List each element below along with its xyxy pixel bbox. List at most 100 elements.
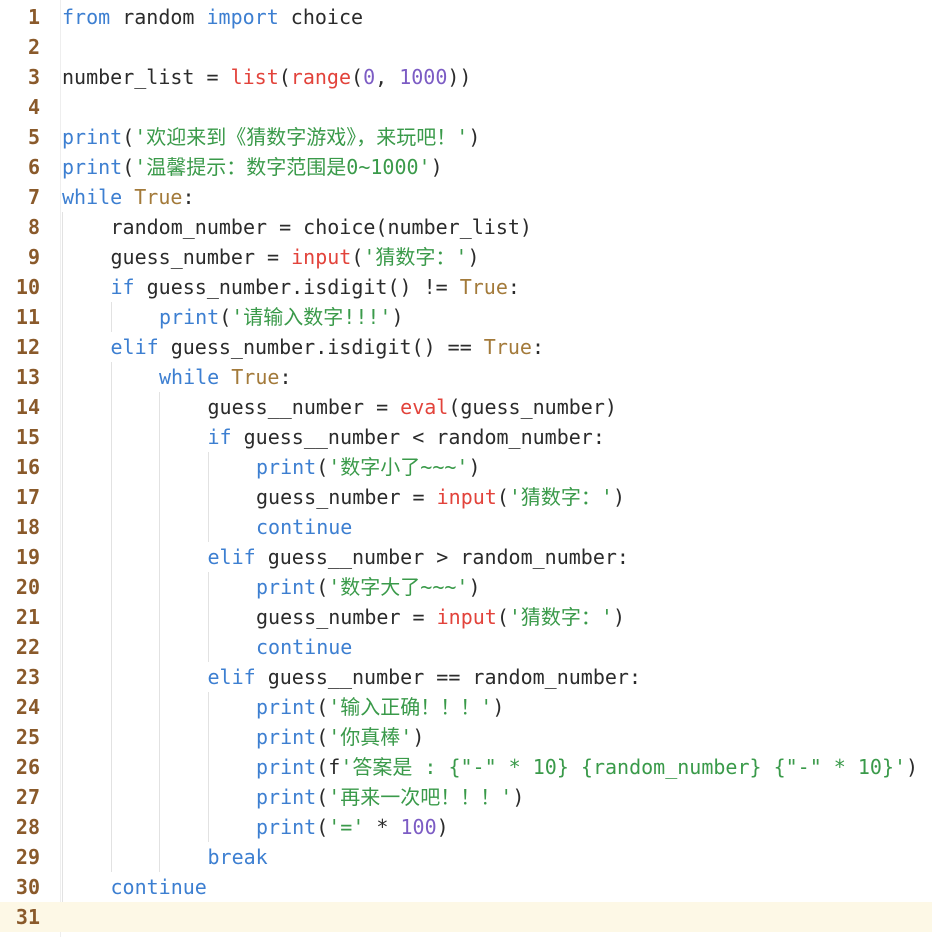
code-text: continue (111, 872, 207, 902)
code-line[interactable]: 19 elif guess__number > random_number: (0, 542, 932, 572)
code-text: print('=' * 100) (256, 812, 449, 842)
code-text: print('输入正确！！！') (256, 692, 504, 722)
code-token: print (256, 815, 317, 839)
line-number: 9 (27, 245, 40, 269)
code-token: ) (468, 575, 481, 599)
code-token: ) (612, 485, 626, 509)
code-token: : (507, 275, 520, 299)
code-line[interactable]: 13 while True: (0, 362, 932, 392)
code-line[interactable]: 21 guess_number = input('猜数字：') (0, 602, 932, 632)
code-line[interactable]: 7 while True: (0, 182, 932, 212)
code-line[interactable]: 17 guess_number = input('猜数字：') (0, 482, 932, 512)
indent-guide (207, 572, 209, 662)
code-line[interactable]: 14 guess__number = eval(guess_number) (0, 392, 932, 422)
code-line[interactable]: 2 (0, 32, 932, 62)
code-line[interactable]: 27 print('再来一次吧！！！') (0, 782, 932, 812)
line-number: 16 (15, 455, 40, 479)
line-number: 13 (15, 365, 40, 389)
code-line[interactable]: 26 print(f'答案是 : {"-" * 10} {random_numbe… (0, 752, 932, 782)
code-token: ( (278, 65, 291, 89)
code-token: ) (412, 725, 425, 749)
code-line[interactable]: 23 elif guess__number == random_number: (0, 662, 932, 692)
code-line[interactable]: 10 if guess_number.isdigit() != True: (0, 272, 932, 302)
line-number: 2 (27, 35, 40, 59)
code-token: print (256, 575, 317, 599)
code-token: guess__number == random_number: (255, 665, 641, 689)
code-line[interactable]: 3 number_list = list(range(0, 1000)) (0, 62, 932, 92)
code-token: * (364, 815, 401, 839)
code-token: continue (256, 635, 353, 659)
line-number: 8 (27, 215, 40, 239)
code-text: if guess__number < random_number: (208, 422, 605, 452)
code-token: ( (351, 245, 364, 269)
code-token: print (256, 455, 317, 479)
code-line[interactable]: 28 print('=' * 100) (0, 812, 932, 842)
code-line[interactable]: 18 continue (0, 512, 932, 542)
code-token: if (207, 425, 232, 449)
code-line[interactable]: 16 print('数字小了~~~') (0, 452, 932, 482)
code-line[interactable]: 25 print('你真棒') (0, 722, 932, 752)
code-token: input (291, 245, 352, 269)
code-token: while (62, 185, 123, 209)
code-token: ) (468, 125, 481, 149)
code-token: , (375, 65, 400, 89)
code-text: random_number = choice(number_list) (111, 212, 532, 242)
code-token: ( (316, 455, 329, 479)
code-token: '欢迎来到《猜数字游戏》，来玩吧！' (134, 125, 469, 149)
code-token: from (62, 5, 111, 29)
code-line[interactable]: 31 (0, 902, 932, 932)
code-line[interactable]: 20 print('数字大了~~~') (0, 572, 932, 602)
line-number: 27 (15, 785, 40, 809)
code-line[interactable]: 1 from random import choice (0, 2, 932, 32)
line-number: 23 (15, 665, 40, 689)
line-number: 5 (27, 125, 40, 149)
code-text: elif guess_number.isdigit() == True: (111, 332, 545, 362)
line-number: 1 (27, 5, 40, 29)
code-token: guess_number.isdigit() == (158, 335, 484, 359)
indent-guide (207, 692, 209, 842)
line-number: 3 (27, 65, 40, 89)
code-line[interactable]: 9 guess_number = input('猜数字：') (0, 242, 932, 272)
line-number: 26 (15, 755, 40, 779)
code-token: '再来一次吧！！！' (328, 785, 513, 809)
code-text: from random import choice (62, 2, 363, 32)
code-token: ( (316, 785, 329, 809)
code-editor[interactable]: 1 from random import choice 2 3 number_list … (0, 0, 932, 937)
code-line[interactable]: 5 print('欢迎来到《猜数字游戏》，来玩吧！') (0, 122, 932, 152)
indent-guide (207, 452, 209, 542)
code-text: print('再来一次吧！！！') (256, 782, 524, 812)
code-token: guess_number = (110, 245, 292, 269)
code-line[interactable]: 12 elif guess_number.isdigit() == True: (0, 332, 932, 362)
code-line[interactable]: 11 print('请输入数字!!!') (0, 302, 932, 332)
code-token: ( (122, 125, 135, 149)
code-text: while True: (159, 362, 291, 392)
code-token: guess_number.isdigit() != (134, 275, 460, 299)
indent-guide (110, 362, 112, 872)
code-token: ) (468, 455, 481, 479)
code-text: while True: (62, 182, 194, 212)
code-token: '=' (328, 815, 365, 839)
code-token: print (256, 755, 317, 779)
code-line[interactable]: 22 continue (0, 632, 932, 662)
code-token: : (182, 185, 195, 209)
code-line[interactable]: 24 print('输入正确！！！') (0, 692, 932, 722)
code-line[interactable]: 29 break (0, 842, 932, 872)
code-token: if (110, 275, 135, 299)
code-line[interactable]: 8 random_number = choice(number_list) (0, 212, 932, 242)
line-number: 11 (15, 305, 40, 329)
code-token: '数字大了~~~' (328, 575, 469, 599)
code-token: '猜数字：' (508, 485, 613, 509)
code-token: choice (278, 5, 364, 29)
code-text: if guess_number.isdigit() != True: (111, 272, 520, 302)
code-token: guess__number > random_number: (255, 545, 629, 569)
code-token: True (459, 275, 508, 299)
code-line[interactable]: 4 (0, 92, 932, 122)
line-number: 15 (15, 425, 40, 449)
code-token: print (159, 305, 220, 329)
code-token: guess_number = (256, 485, 437, 509)
indent-guide (62, 212, 63, 902)
code-line[interactable]: 15 if guess__number < random_number: (0, 422, 932, 452)
code-line[interactable]: 30 continue (0, 872, 932, 902)
code-line[interactable]: 6 print('温馨提示：数字范围是0~1000') (0, 152, 932, 182)
